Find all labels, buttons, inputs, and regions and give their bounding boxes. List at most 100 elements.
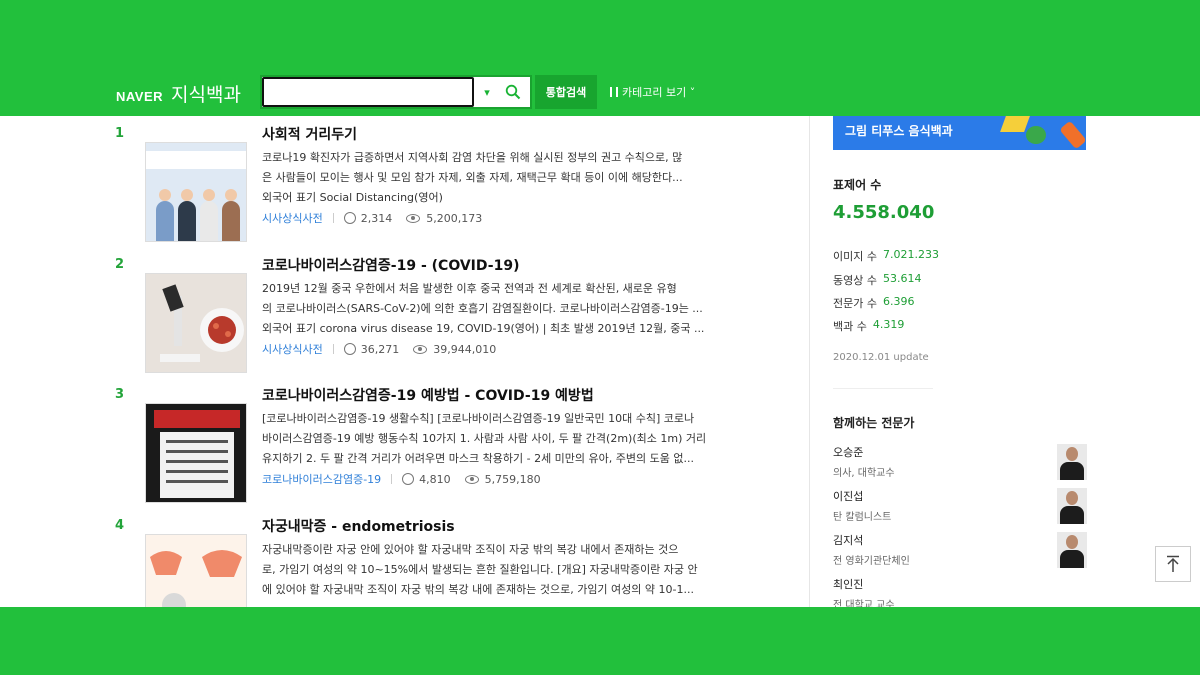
source-link[interactable]: 시사상식사전 bbox=[262, 341, 323, 357]
like-count: 36,271 bbox=[360, 342, 400, 356]
description-line: 외국어 표기 corona virus disease 19, COVID-19… bbox=[262, 322, 705, 335]
result-item: 3 코로나바이러스감염증-19 예방법 - COVID-19 예방법 [코로나바… bbox=[0, 377, 800, 505]
stat-value: 53.614 bbox=[882, 272, 922, 285]
description-line: 바이러스감염증-19 예방 행동수칙 10가지 1. 사람과 사람 사이, 두 … bbox=[262, 432, 707, 445]
stat-label: 백과 수 bbox=[833, 320, 867, 333]
result-thumbnail[interactable] bbox=[145, 534, 247, 607]
search-box: ▾ bbox=[260, 75, 532, 109]
result-description: [코로나바이러스감염증-19 생활수칙] [코로나바이러스감염증-19 일반국민… bbox=[262, 409, 740, 469]
stat-label: 전문가 수 bbox=[833, 297, 877, 310]
like-icon bbox=[343, 343, 356, 355]
view-icon bbox=[406, 213, 421, 223]
top-header: NAVER 지식백과 ▾ 통합검색 카테고리 보기 ˅ bbox=[0, 72, 1200, 116]
result-title[interactable]: 자궁내막증 - endometriosis bbox=[262, 516, 455, 536]
result-thumbnail[interactable] bbox=[145, 403, 247, 503]
stat-label: 이미지 수 bbox=[833, 250, 877, 263]
view-icon bbox=[413, 344, 428, 354]
scroll-to-top-button[interactable] bbox=[1155, 546, 1191, 582]
result-thumbnail[interactable] bbox=[145, 142, 247, 242]
like-icon bbox=[402, 473, 415, 485]
result-rank: 1 bbox=[115, 126, 125, 141]
meta-divider bbox=[332, 344, 334, 354]
expert-role: 전 영화기관단체인 bbox=[833, 556, 910, 567]
experts-title: 함께하는 전문가 bbox=[833, 416, 915, 430]
main-content: 1 사회적 거리두기 코로나19 확진자가 급증하면서 지역사회 감염 차단을 … bbox=[0, 116, 1200, 607]
view-count: 5,759,180 bbox=[484, 472, 541, 486]
result-meta: 시사상식사전 2,314 5,200,173 bbox=[262, 210, 482, 226]
naver-logo[interactable]: NAVER 지식백과 bbox=[116, 80, 241, 107]
arrow-up-icon bbox=[1167, 555, 1179, 572]
expert-item[interactable]: 오승준 의사, 대학교수 bbox=[833, 444, 1087, 484]
banner-leaf-graphic bbox=[1026, 126, 1046, 144]
stat-row: 이미지 수 7.021.233 bbox=[833, 248, 939, 264]
result-title[interactable]: 코로나바이러스감염증-19 예방법 - COVID-19 예방법 bbox=[262, 385, 594, 405]
expert-name: 이진섭 bbox=[833, 490, 864, 503]
description-line: 에 있어야 할 자궁내막 조직이 자궁 밖의 복강 내에 존재하는 것으로, 가… bbox=[262, 583, 694, 596]
view-count: 5,200,173 bbox=[426, 211, 483, 225]
result-rank: 2 bbox=[115, 257, 125, 272]
category-label: 카테고리 보기 ˅ bbox=[622, 86, 696, 99]
column-divider bbox=[809, 116, 810, 607]
like-count: 4,810 bbox=[419, 472, 451, 486]
like-icon bbox=[343, 212, 356, 224]
total-search-button[interactable]: 통합검색 bbox=[535, 75, 597, 109]
result-thumbnail[interactable] bbox=[145, 273, 247, 373]
expert-item[interactable]: 이진섭 탄 칼럼니스트 bbox=[833, 488, 1087, 528]
description-line: [코로나바이러스감염증-19 생활수칙] [코로나바이러스감염증-19 일반국민… bbox=[262, 412, 695, 425]
expert-item[interactable]: 김지석 전 영화기관단체인 bbox=[833, 532, 1087, 572]
description-line: 2019년 12월 중국 우한에서 처음 발생한 이후 중국 전역과 전 세계로… bbox=[262, 282, 677, 295]
result-item: 4 자궁내막증 - endometriosis 자궁내막증이란 자궁 안에 있어… bbox=[0, 508, 800, 607]
banner-carrot-graphic bbox=[1059, 120, 1086, 150]
description-line: 외국어 표기 Social Distancing(영어) bbox=[262, 191, 443, 204]
stats-title: 표제어 수 bbox=[833, 178, 882, 192]
view-icon bbox=[464, 474, 479, 484]
promo-banner[interactable]: 그림 티푸스 음식백과 bbox=[833, 116, 1086, 150]
description-line: 코로나19 확진자가 급증하면서 지역사회 감염 차단을 위해 실시된 정부의 … bbox=[262, 151, 683, 164]
stat-value: 7.021.233 bbox=[882, 248, 939, 261]
banner-text: 그림 티푸스 음식백과 bbox=[845, 124, 953, 138]
expert-name: 김지석 bbox=[833, 534, 864, 547]
category-icon bbox=[610, 87, 618, 97]
result-title[interactable]: 사회적 거리두기 bbox=[262, 124, 357, 144]
search-input[interactable] bbox=[262, 77, 474, 107]
description-line: 자궁내막증이란 자궁 안에 있어야 할 자궁내막 조직이 자궁 밖의 복강 내에… bbox=[262, 543, 679, 556]
result-description: 자궁내막증이란 자궁 안에 있어야 할 자궁내막 조직이 자궁 밖의 복강 내에… bbox=[262, 540, 740, 600]
like-count: 2,314 bbox=[360, 211, 393, 225]
result-item: 2 코로나바이러스감염증-19 - (COVID-19) 2019년 12월 중… bbox=[0, 247, 800, 375]
expert-item[interactable]: 최인진 전 대학교 교수 bbox=[833, 576, 1063, 607]
description-line: 은 사람들이 모이는 행사 및 모임 참가 자제, 외출 자제, 재택근무 확대… bbox=[262, 171, 683, 184]
category-view-button[interactable]: 카테고리 보기 ˅ bbox=[610, 75, 695, 109]
expert-avatar bbox=[1057, 444, 1087, 480]
expert-role: 의사, 대학교수 bbox=[833, 468, 895, 479]
search-icon[interactable] bbox=[500, 77, 526, 107]
result-item: 1 사회적 거리두기 코로나19 확진자가 급증하면서 지역사회 감염 차단을 … bbox=[0, 116, 800, 244]
banner-cheese-graphic bbox=[1000, 116, 1030, 132]
result-description: 코로나19 확진자가 급증하면서 지역사회 감염 차단을 위해 실시된 정부의 … bbox=[262, 148, 740, 208]
naver-brand[interactable]: NAVER bbox=[116, 89, 163, 104]
expert-role: 탄 칼럼니스트 bbox=[833, 512, 892, 523]
stat-value: 4.319 bbox=[872, 318, 905, 331]
description-line: 의 코로나바이러스(SARS-CoV-2)에 의한 호흡기 감염질환이다. 코로… bbox=[262, 302, 703, 315]
result-title[interactable]: 코로나바이러스감염증-19 - (COVID-19) bbox=[262, 255, 519, 275]
stat-row: 전문가 수 6.396 bbox=[833, 295, 914, 311]
stat-label: 동영상 수 bbox=[833, 274, 877, 287]
meta-divider bbox=[332, 213, 334, 223]
sidebar-divider bbox=[833, 388, 933, 389]
description-line: 로, 가임기 여성의 약 10~15%에서 발생되는 흔한 질환입니다. [개요… bbox=[262, 563, 698, 576]
expert-avatar bbox=[1057, 488, 1087, 524]
source-link[interactable]: 코로나바이러스감염증-19 bbox=[262, 471, 381, 487]
update-date: 2020.12.01 update bbox=[833, 352, 929, 363]
result-description: 2019년 12월 중국 우한에서 처음 발생한 이후 중국 전역과 전 세계로… bbox=[262, 279, 740, 339]
service-name[interactable]: 지식백과 bbox=[171, 80, 241, 107]
view-count: 39,944,010 bbox=[433, 342, 497, 356]
result-meta: 시사상식사전 36,271 39,944,010 bbox=[262, 341, 496, 357]
source-link[interactable]: 시사상식사전 bbox=[262, 210, 323, 226]
expert-role: 전 대학교 교수 bbox=[833, 600, 895, 607]
meta-divider bbox=[391, 474, 393, 484]
search-dropdown-toggle[interactable]: ▾ bbox=[474, 77, 500, 107]
stat-row: 동영상 수 53.614 bbox=[833, 272, 921, 288]
stats-total: 4.558.040 bbox=[833, 202, 935, 223]
description-line: 유지하기 2. 두 팔 간격 거리가 어려우면 마스크 착용하기 - 2세 미만… bbox=[262, 452, 694, 465]
expert-name: 최인진 bbox=[833, 578, 864, 591]
result-rank: 4 bbox=[115, 518, 125, 533]
